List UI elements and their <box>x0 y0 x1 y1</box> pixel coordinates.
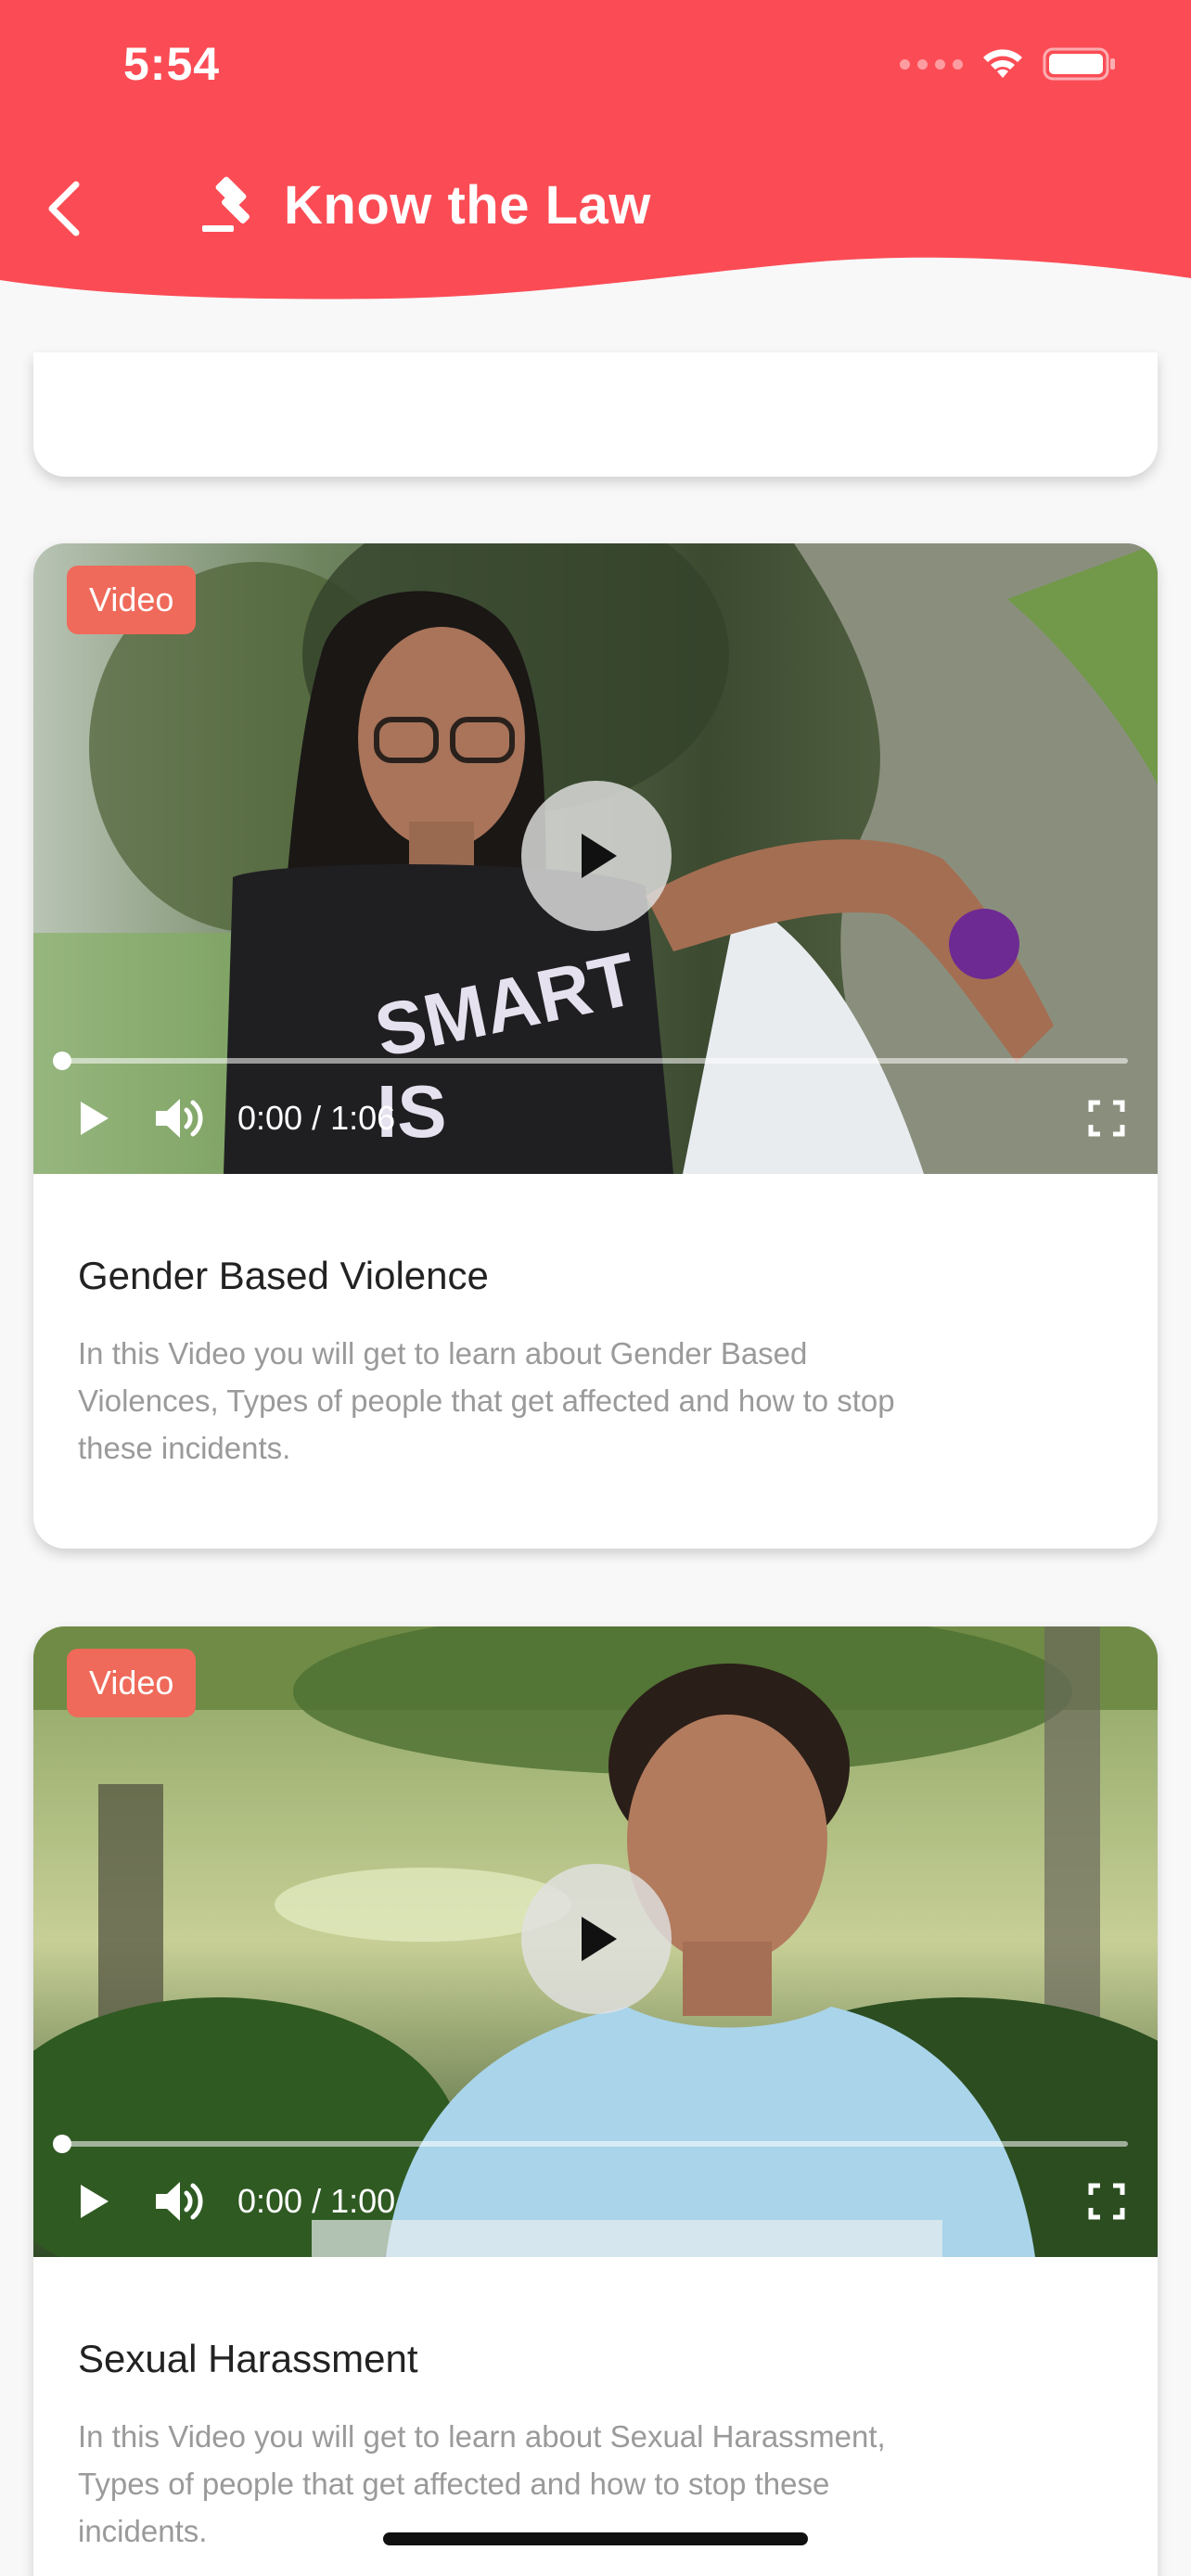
control-play-button[interactable] <box>70 2178 117 2225</box>
card-body: Gender Based Violence In this Video you … <box>33 1174 1158 1549</box>
video-controls: 0:00 / 1:06 <box>70 1090 1130 1146</box>
play-button[interactable] <box>521 1864 672 2014</box>
play-icon <box>81 2185 109 2218</box>
volume-button[interactable] <box>152 1093 208 1143</box>
app-header: 5:54 Know the Law <box>0 0 1191 306</box>
video-card[interactable]: Video 0:00 / 1:00 Sexual Harassment In t… <box>33 1626 1158 2576</box>
gavel-icon <box>202 176 250 232</box>
chevron-left-icon <box>48 181 80 236</box>
cellular-signal-icon <box>900 58 963 70</box>
fullscreen-button[interactable] <box>1083 1095 1130 1141</box>
video-badge: Video <box>67 566 197 634</box>
page-title: Know the Law <box>284 175 651 236</box>
video-player[interactable]: SMART IS Video 0:00 / 1:06 <box>33 543 1158 1174</box>
video-badge: Video <box>67 1649 197 1717</box>
battery-icon <box>1043 47 1115 81</box>
fullscreen-button[interactable] <box>1083 2178 1130 2225</box>
time-readout: 0:00 / 1:06 <box>237 1099 396 1137</box>
status-indicators <box>900 46 1117 82</box>
volume-icon <box>156 1099 203 1138</box>
card-body: Sexual Harassment In this Video you will… <box>33 2257 1158 2555</box>
play-icon <box>582 834 617 878</box>
volume-icon <box>156 2182 203 2221</box>
play-icon <box>81 1102 109 1135</box>
time-readout: 0:00 / 1:00 <box>237 2182 396 2220</box>
progress-knob[interactable] <box>53 2135 71 2153</box>
fullscreen-icon <box>1088 1100 1125 1137</box>
progress-bar[interactable] <box>53 2135 1128 2153</box>
fullscreen-icon <box>1088 2183 1125 2220</box>
wifi-icon <box>983 49 1022 78</box>
status-time: 5:54 <box>123 38 221 90</box>
control-play-button[interactable] <box>70 1095 117 1141</box>
previous-card <box>33 352 1158 477</box>
play-button[interactable] <box>521 781 672 931</box>
back-button[interactable] <box>37 176 93 241</box>
home-indicator[interactable] <box>383 2532 808 2545</box>
video-card[interactable]: SMART IS Video 0:00 / 1:06 Gender Based … <box>33 543 1158 1549</box>
progress-bar[interactable] <box>53 1052 1128 1070</box>
header-title-group: Know the Law <box>198 174 651 236</box>
card-title: Sexual Harassment <box>78 2337 418 2380</box>
card-title: Gender Based Violence <box>78 1254 489 1297</box>
play-icon <box>582 1917 617 1961</box>
progress-knob[interactable] <box>53 1052 71 1070</box>
volume-button[interactable] <box>152 2176 208 2226</box>
know-the-law-screen: 5:54 Know the Law SMART IS Video 0:00 / … <box>0 0 1191 2576</box>
video-controls: 0:00 / 1:00 <box>70 2174 1130 2229</box>
video-player[interactable]: Video 0:00 / 1:00 <box>33 1626 1158 2257</box>
card-description: In this Video you will get to learn abou… <box>78 1336 895 1465</box>
